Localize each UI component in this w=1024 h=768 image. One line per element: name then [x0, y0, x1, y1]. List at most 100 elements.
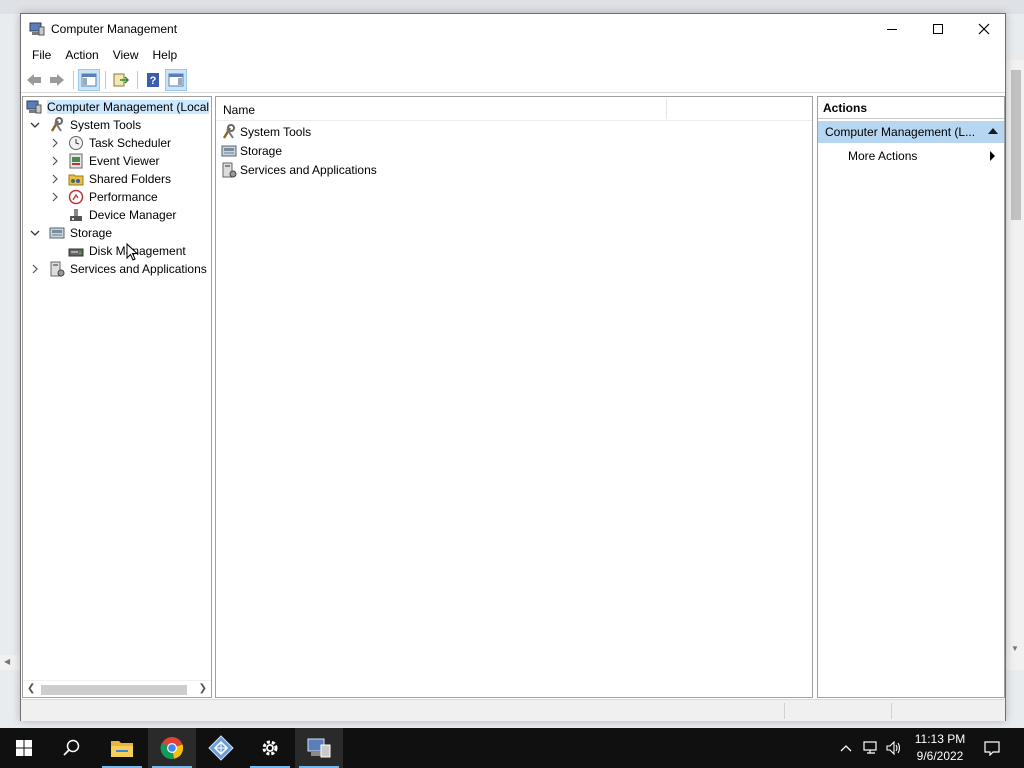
toolbar-separator — [137, 70, 138, 89]
tree-item-services-applications[interactable]: Services and Applications — [29, 260, 207, 278]
menu-action[interactable]: Action — [58, 46, 105, 64]
list-item-storage[interactable]: Storage — [221, 142, 282, 160]
back-arrow-icon — [27, 73, 41, 86]
actions-section-label: Computer Management (L... — [825, 125, 976, 139]
actions-section-computer-management[interactable]: Computer Management (L... — [818, 121, 1004, 143]
computer-management-window: Computer Management File Action View Hel… — [20, 13, 1006, 721]
window-title: Computer Management — [51, 22, 178, 36]
help-button[interactable]: ? — [142, 69, 164, 91]
tree-item-device-manager[interactable]: Device Manager — [49, 206, 176, 224]
column-divider[interactable] — [666, 99, 667, 119]
notifications-button[interactable] — [978, 728, 1006, 768]
list-item-label: System Tools — [240, 125, 312, 139]
status-divider — [784, 703, 785, 719]
tree-item-disk-management[interactable]: Disk Management — [49, 242, 186, 260]
list-item-services-applications[interactable]: Services and Applications — [221, 161, 377, 179]
tree-item-performance[interactable]: Performance — [49, 188, 158, 206]
performance-icon — [68, 189, 84, 205]
submenu-arrow-icon[interactable] — [990, 151, 995, 161]
computer-management-icon — [26, 100, 42, 114]
menu-file[interactable]: File — [25, 46, 58, 64]
tree-item-computer-management[interactable]: Computer Management (Local — [26, 98, 210, 116]
taskbar-chrome[interactable] — [148, 728, 196, 768]
forward-button[interactable] — [46, 69, 68, 91]
network-button[interactable] — [860, 728, 882, 768]
chevron-right-icon[interactable] — [49, 137, 61, 149]
maximize-icon — [933, 24, 943, 34]
system-clock[interactable]: 11:13 PM 9/6/2022 — [906, 731, 974, 765]
taskbar-computer-management[interactable] — [295, 728, 343, 768]
tree-item-shared-folders[interactable]: Shared Folders — [49, 170, 171, 188]
search-icon — [63, 739, 80, 756]
show-hide-console-tree-button[interactable] — [78, 68, 100, 91]
speaker-icon — [886, 741, 901, 755]
list-item-system-tools[interactable]: System Tools — [221, 123, 311, 141]
actions-header: Actions — [818, 97, 1004, 119]
chevron-down-icon[interactable] — [29, 227, 41, 239]
taskbar: 11:13 PM 9/6/2022 — [0, 728, 1024, 768]
volume-button[interactable] — [883, 728, 905, 768]
scrollbar-thumb[interactable] — [41, 685, 187, 695]
tree-item-event-viewer[interactable]: Event Viewer — [49, 152, 159, 170]
tree-item-label: Performance — [89, 190, 158, 204]
svg-text:?: ? — [150, 75, 157, 87]
settings-icon — [262, 740, 278, 756]
chevron-down-icon[interactable] — [29, 119, 41, 131]
taskbar-settings[interactable] — [246, 728, 294, 768]
tree-item-label: Storage — [70, 226, 113, 240]
tree-item-label: System Tools — [70, 118, 142, 132]
export-list-icon — [113, 73, 129, 86]
column-header-row: Name — [216, 97, 812, 121]
file-explorer-icon — [111, 741, 133, 757]
tree-item-task-scheduler[interactable]: Task Scheduler — [49, 134, 171, 152]
services-applications-icon — [222, 162, 237, 178]
mouse-cursor-icon — [126, 243, 139, 261]
menu-help[interactable]: Help — [146, 46, 185, 64]
maximize-button[interactable] — [915, 14, 961, 44]
network-icon — [863, 741, 877, 754]
chevron-right-icon[interactable] — [49, 191, 61, 203]
minimize-button[interactable] — [869, 14, 915, 44]
tree-horizontal-scrollbar[interactable]: ❮ ❯ — [23, 680, 211, 697]
show-hidden-icons-button[interactable] — [836, 728, 856, 768]
tree-item-label: Device Manager — [89, 208, 177, 222]
more-actions-item[interactable]: More Actions — [848, 149, 917, 163]
export-list-button[interactable] — [110, 69, 132, 91]
tree-item-storage[interactable]: Storage — [29, 224, 112, 242]
show-hide-action-pane-button[interactable] — [165, 68, 187, 91]
title-bar[interactable]: Computer Management — [21, 14, 1005, 44]
chrome-icon — [160, 737, 184, 760]
chevron-right-icon[interactable] — [49, 155, 61, 167]
chevron-right-icon[interactable] — [49, 173, 61, 185]
chevron-right-icon[interactable] — [29, 263, 41, 275]
collapse-up-icon[interactable] — [988, 128, 998, 134]
forward-arrow-icon — [50, 73, 64, 86]
back-button[interactable] — [23, 69, 45, 91]
computer-management-icon — [29, 22, 45, 36]
tree-item-label: Shared Folders — [89, 172, 172, 186]
event-viewer-icon — [69, 153, 83, 169]
clock-time: 11:13 PM — [914, 732, 966, 746]
scroll-left-icon[interactable]: ❮ — [27, 683, 35, 694]
notification-icon — [984, 741, 1000, 756]
toolbar-separator — [105, 70, 106, 89]
taskbar-remote-app[interactable] — [197, 728, 245, 768]
toolbar: ? — [21, 67, 1005, 93]
action-pane-icon — [168, 73, 184, 86]
remote-app-icon — [208, 735, 234, 761]
background-vertical-scrollbar[interactable]: ▼ — [1007, 60, 1024, 655]
clock-icon — [69, 136, 83, 150]
column-header-name[interactable]: Name — [223, 103, 255, 117]
services-applications-icon — [50, 261, 65, 277]
console-tree-icon — [81, 73, 97, 86]
tree-item-system-tools[interactable]: System Tools — [29, 116, 141, 134]
start-button[interactable] — [0, 728, 48, 768]
system-tools-icon — [222, 124, 235, 139]
disk-management-icon — [68, 248, 84, 257]
menu-view[interactable]: View — [106, 46, 146, 64]
scroll-right-icon[interactable]: ❯ — [199, 683, 207, 694]
taskbar-file-explorer[interactable] — [98, 728, 146, 768]
search-button[interactable] — [48, 728, 96, 768]
tree-item-label: Event Viewer — [89, 154, 160, 168]
close-button[interactable] — [961, 14, 1007, 44]
